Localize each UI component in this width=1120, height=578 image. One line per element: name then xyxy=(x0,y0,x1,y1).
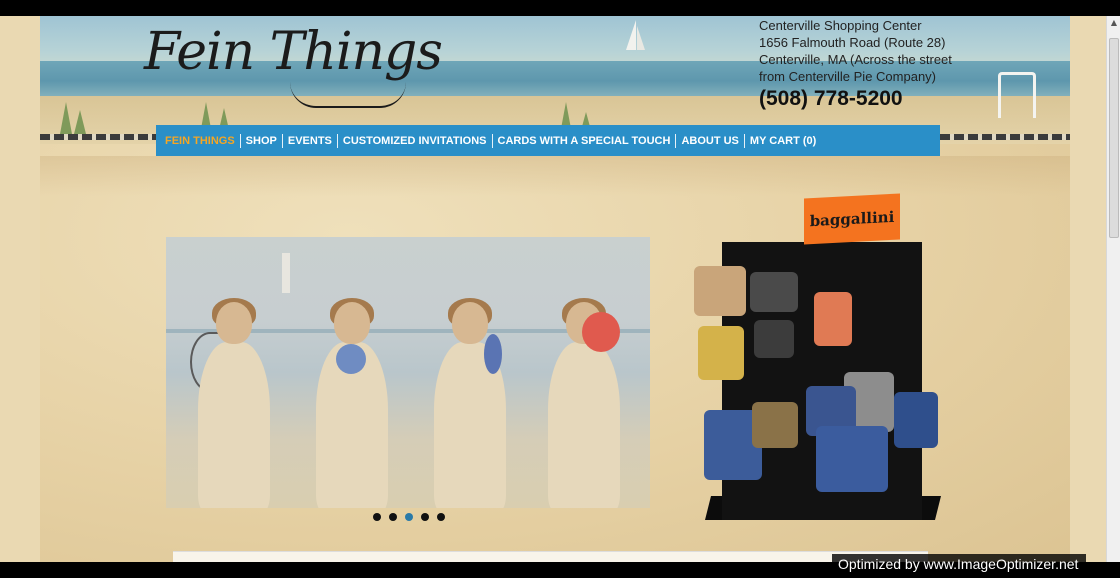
slide-dot-1[interactable] xyxy=(373,513,381,521)
store-phone: (508) 778-5200 xyxy=(759,87,903,110)
site-logo[interactable]: Fein Things xyxy=(144,22,443,82)
bouquet-icon xyxy=(582,312,620,352)
bouquet-icon xyxy=(336,344,366,374)
handbag-icon xyxy=(752,402,798,448)
sailboat-icon xyxy=(626,20,636,50)
logo-swash xyxy=(290,82,406,108)
address-line: from Centerville Pie Company) xyxy=(759,69,937,84)
slide-dot-5[interactable] xyxy=(437,513,445,521)
figurine-head xyxy=(452,302,488,344)
handbag-icon xyxy=(698,326,744,380)
slideshow-pager xyxy=(373,513,445,521)
lighthouse-icon xyxy=(282,253,290,293)
handbag-icon xyxy=(894,392,938,448)
bouquet-icon xyxy=(484,334,502,374)
address-line: Centerville Shopping Center xyxy=(759,18,922,33)
slide-dot-3[interactable] xyxy=(405,513,413,521)
content-band xyxy=(40,156,1070,196)
window-top-bar xyxy=(0,0,1120,16)
nav-item-about-us[interactable]: ABOUT US xyxy=(676,133,745,148)
handbag-icon xyxy=(750,272,798,312)
figurine-head xyxy=(334,302,370,344)
handbag-icon xyxy=(816,426,888,492)
slideshow-image[interactable] xyxy=(166,237,650,508)
nav-item-my-cart[interactable]: MY CART (0) xyxy=(745,134,821,148)
handbag-icon xyxy=(754,320,794,358)
optimizer-watermark: Optimized by www.ImageOptimizer.net xyxy=(832,554,1087,574)
page-background-right xyxy=(1070,16,1106,562)
nav-item-cards[interactable]: CARDS WITH A SPECIAL TOUCH xyxy=(493,133,677,148)
nav-item-events[interactable]: EVENTS xyxy=(283,133,338,148)
angel-figurine xyxy=(188,298,280,508)
beach-chair-icon xyxy=(998,72,1036,118)
nav-item-shop[interactable]: SHOP xyxy=(241,133,283,148)
content-area-top xyxy=(173,551,928,562)
grass-decoration xyxy=(60,102,72,134)
handbag-icon xyxy=(814,292,852,346)
nav-item-customized-invitations[interactable]: CUSTOMIZED INVITATIONS xyxy=(338,133,493,148)
nav-item-fein-things[interactable]: FEIN THINGS xyxy=(160,133,241,148)
browser-viewport: Fein Things Centerville Shopping Center … xyxy=(0,16,1106,562)
figurine-body xyxy=(548,342,620,508)
slide-dot-2[interactable] xyxy=(389,513,397,521)
page-background-left xyxy=(0,16,40,562)
figurine xyxy=(306,298,398,508)
address-line: Centerville, MA (Across the street xyxy=(759,52,952,67)
figurine xyxy=(538,298,630,508)
address-line: 1656 Falmouth Road (Route 28) xyxy=(759,35,946,50)
store-address: Centerville Shopping Center 1656 Falmout… xyxy=(759,17,952,85)
figurine-head xyxy=(216,302,252,344)
main-nav: FEIN THINGS SHOP EVENTS CUSTOMIZED INVIT… xyxy=(156,125,940,156)
brand-sign: baggallini xyxy=(804,193,900,245)
handbag-icon xyxy=(694,266,746,316)
sailboat-jib-icon xyxy=(637,26,645,50)
scrollbar-thumb[interactable] xyxy=(1109,38,1119,238)
grass-decoration xyxy=(74,110,86,134)
baggallini-display[interactable]: baggallini xyxy=(694,193,944,536)
fence-decoration-left xyxy=(40,134,156,140)
scroll-up-icon[interactable]: ▲ xyxy=(1110,19,1118,27)
slide-dot-4[interactable] xyxy=(421,513,429,521)
fence-decoration-right xyxy=(940,134,1070,140)
vertical-scrollbar[interactable]: ▲ xyxy=(1106,16,1120,562)
figurine-body xyxy=(198,342,270,508)
figurine xyxy=(424,298,516,508)
brand-label: baggallini xyxy=(809,207,895,231)
